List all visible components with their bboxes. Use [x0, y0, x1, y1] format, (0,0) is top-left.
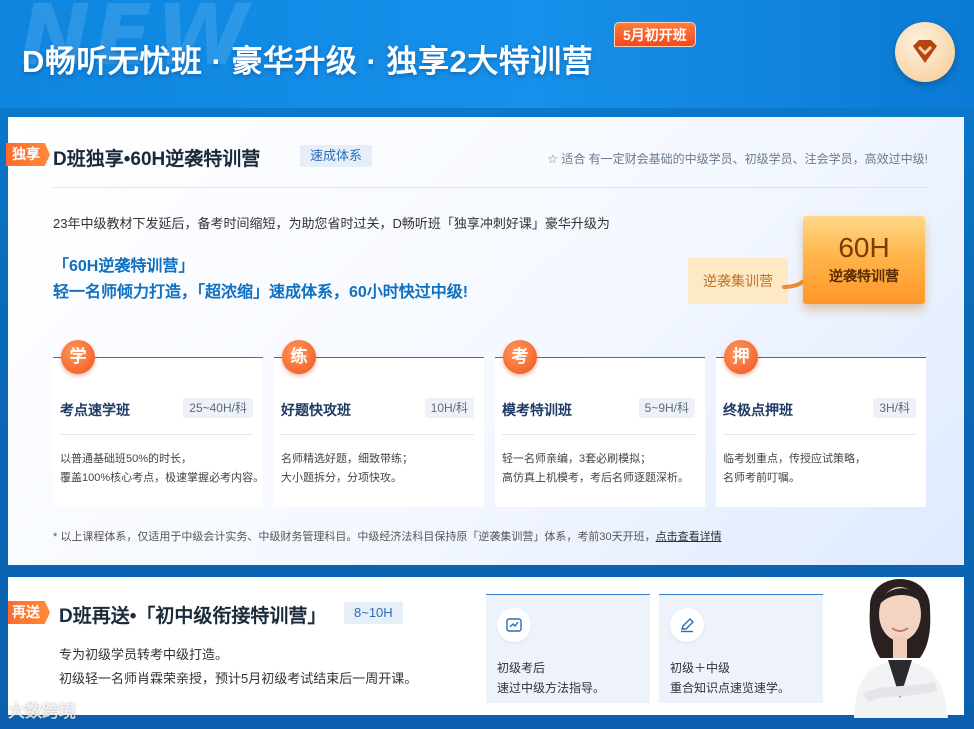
new-camp-card: 60H 逆袭特训营 — [803, 216, 925, 304]
info-card-title: 初级考后 — [497, 661, 546, 675]
course-hours: 5~9H/科 — [638, 398, 695, 418]
course-badge: 学 — [61, 340, 95, 374]
info-card-desc: 重合知识点速览速学。 — [670, 681, 791, 695]
course-desc-1: 以普通基础班50%的时长， — [60, 453, 193, 465]
info-card-after-exam: 初级考后 速过中级方法指导。 — [486, 594, 650, 703]
course-desc-2: 高仿真上机模考，考后名师逐题深析。 — [502, 472, 689, 484]
old-camp-label: 逆袭集训营 — [688, 258, 788, 304]
bonus-tag: 再送 — [8, 601, 50, 624]
section-divider — [53, 187, 929, 188]
course-desc-1: 临考划重点，传授应试策略， — [723, 453, 866, 465]
section2-chip: 8~10H — [344, 602, 403, 624]
course-hours: 10H/科 — [424, 398, 474, 418]
section1-chip: 速成体系 — [300, 145, 373, 167]
course-desc-1: 轻一名师亲编，3套必刷模拟； — [502, 453, 652, 465]
course-card-exam[interactable]: 考 模考特训班 5~9H/科 轻一名师亲编，3套必刷模拟； 高仿真上机模考，考后… — [495, 340, 705, 507]
teacher-photo — [854, 579, 948, 718]
course-desc-2: 名师考前叮嘱。 — [723, 472, 800, 484]
course-desc-1: 名师精选好题，细致带练； — [281, 453, 413, 465]
details-link[interactable]: 点击查看详情 — [656, 531, 722, 543]
course-card-learn[interactable]: 学 考点速学班 25~40H/科 以普通基础班50%的时长， 覆盖100%核心考… — [53, 340, 265, 507]
course-badge: 考 — [503, 340, 537, 374]
diamond-heart-icon[interactable] — [895, 22, 955, 82]
section1-title: D班独享•60H逆袭特训营 — [53, 149, 261, 170]
exclusive-tag: 独享 — [6, 143, 50, 166]
highlight-title: 「60H逆袭特训营」 — [53, 258, 195, 275]
info-card-title: 初级＋中级 — [670, 661, 731, 675]
course-hours: 25~40H/科 — [183, 398, 253, 418]
course-separator — [60, 434, 253, 435]
footnote-text: * 以上课程体系，仅适用于中级会计实务、中级财务管理科目。中级经济法科目保持原「… — [53, 531, 656, 543]
watermark: 大数跨境 — [8, 702, 76, 721]
section2-line2: 初级轻一名师肖霖荣亲授，预计5月初级考试结束后一周开课。 — [59, 671, 418, 686]
course-separator — [281, 434, 474, 435]
course-list: 学 考点速学班 25~40H/科 以普通基础班50%的时长， 覆盖100%核心考… — [53, 340, 928, 507]
footnote: * 以上课程体系，仅适用于中级会计实务、中级财务管理科目。中级经济法科目保持原「… — [53, 528, 722, 544]
course-card-practice[interactable]: 练 好题快攻班 10H/科 名师精选好题，细致带练； 大小题拆分，分项快攻。 — [274, 340, 484, 507]
course-name: 好题快攻班 — [281, 402, 351, 418]
course-hours: 3H/科 — [873, 398, 916, 418]
course-desc-2: 覆盖100%核心考点，极速掌握必考内容。 — [60, 472, 265, 484]
section2-title: D班再送•「初中级衔接特训营」 — [59, 606, 327, 627]
course-card-predict[interactable]: 押 终极点押班 3H/科 临考划重点，传授应试策略， 名师考前叮嘱。 — [716, 340, 926, 507]
page-title: D畅听无忧班 · 豪华升级 · 独享2大特训营 — [22, 44, 594, 79]
suitable-note: ☆ 适合 有一定财会基础的中级学员、初级学员、注会学员，高效过中级! — [547, 152, 928, 166]
promo-page: NEW D畅听无忧班 · 豪华升级 · 独享2大特训营 5月初开班 独享 D班独… — [0, 0, 974, 729]
start-date-badge: 5月初开班 — [614, 22, 696, 47]
intro-text: 23年中级教材下发延后，备考时间缩短，为助您省时过关，D畅听班「独享冲刺好课」豪… — [53, 216, 610, 231]
info-card-desc: 速过中级方法指导。 — [497, 681, 606, 695]
course-badge: 练 — [282, 340, 316, 374]
course-name: 终极点押班 — [723, 402, 793, 418]
pen-icon — [670, 608, 704, 642]
info-card-junior-mid: 初级＋中级 重合知识点速览速学。 — [659, 594, 823, 703]
bonus-camp-card: 再送 D班再送•「初中级衔接特训营」 8~10H 专为初级学员转考中级打造。 初… — [8, 577, 964, 715]
course-name: 模考特训班 — [502, 402, 572, 418]
exclusive-camp-card: 独享 D班独享•60H逆袭特训营 速成体系 ☆ 适合 有一定财会基础的中级学员、… — [6, 117, 964, 565]
course-separator — [502, 434, 695, 435]
new-camp-label: 逆袭特训营 — [829, 268, 899, 284]
header-banner: NEW D畅听无忧班 · 豪华升级 · 独享2大特训营 5月初开班 — [0, 0, 974, 108]
course-desc-2: 大小题拆分，分项快攻。 — [281, 472, 402, 484]
section2-line1: 专为初级学员转考中级打造。 — [59, 647, 229, 662]
course-name: 考点速学班 — [60, 402, 130, 418]
course-separator — [723, 434, 916, 435]
new-camp-hours: 60H — [838, 232, 890, 263]
course-badge: 押 — [724, 340, 758, 374]
highlight-subtitle: 轻一名师倾力打造，「超浓缩」速成体系，60小时快过中级! — [53, 284, 469, 301]
chart-icon — [497, 608, 531, 642]
